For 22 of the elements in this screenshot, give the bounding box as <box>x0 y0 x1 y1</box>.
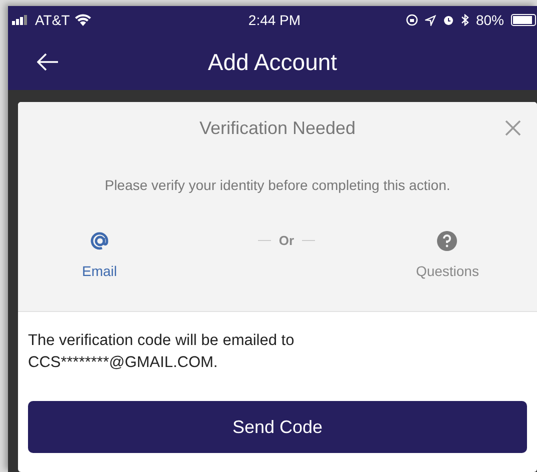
carrier-name: AT&T <box>35 12 70 28</box>
close-icon[interactable] <box>505 120 521 136</box>
info-text: The verification code will be emailed to CCS********@GMAIL.COM. <box>28 331 296 373</box>
battery-icon <box>510 14 537 26</box>
at-sign-icon <box>88 230 110 252</box>
question-mark-icon <box>436 230 458 252</box>
screen-title: Add Account <box>208 48 338 76</box>
send-code-button[interactable]: Send Code <box>28 401 527 453</box>
signal-icon <box>12 15 30 25</box>
method-option[interactable]: Questions <box>416 230 479 279</box>
alarm-icon <box>442 14 454 26</box>
lock-rotation-icon <box>406 14 418 26</box>
clock-time: 2:44 PM <box>248 12 301 28</box>
battery-percent: 80% <box>476 12 504 28</box>
dialog-message: Please verify your identity before completing this action. <box>104 177 452 193</box>
wifi-icon <box>74 14 91 26</box>
location-icon <box>424 14 436 26</box>
back-arrow-icon[interactable] <box>37 53 59 71</box>
dialog-title: Verification Needed <box>199 118 356 138</box>
or-separator: Or <box>278 233 294 248</box>
method-option[interactable]: Email <box>82 230 118 279</box>
bluetooth-icon <box>460 14 469 26</box>
